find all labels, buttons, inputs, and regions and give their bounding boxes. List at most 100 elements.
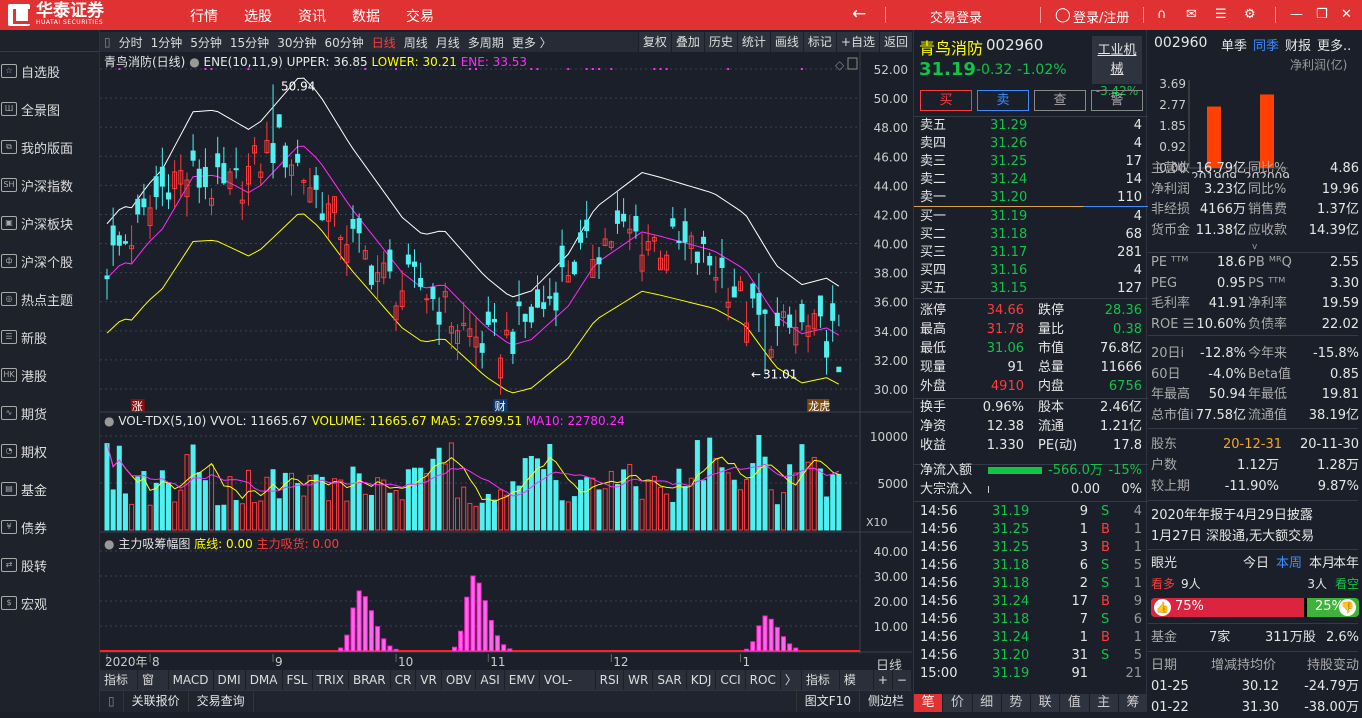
close-icon[interactable]: ✕ xyxy=(1341,7,1352,22)
trade-login-button[interactable]: 交易登录 xyxy=(930,7,982,26)
indicator-tab-2[interactable]: MACD xyxy=(168,670,214,690)
login-register-button[interactable]: 登录/注册 xyxy=(1073,7,1129,26)
indicator-tab-8[interactable]: CR xyxy=(390,670,417,690)
related-quotes-button[interactable]: 关联报价 xyxy=(124,691,189,712)
indicator-tab-9[interactable]: VR xyxy=(416,670,442,690)
sidebar-item-5[interactable]: ф 沪深个股 xyxy=(0,249,100,273)
mail-icon[interactable]: ✉ xyxy=(1186,7,1197,22)
sidebar-item-6[interactable]: ◎ 热点主题 xyxy=(0,287,100,311)
indicator-tab-13[interactable]: VOL-TDX xyxy=(539,670,596,707)
sidebar-item-14[interactable]: $ 宏观 xyxy=(0,591,100,615)
sidebar-item-12[interactable]: ¥ 债券 xyxy=(0,515,100,539)
user-icon[interactable]: ◯ xyxy=(1055,7,1071,23)
fund-tab-3[interactable]: 更多.. xyxy=(1317,35,1351,54)
collapse-icon[interactable]: ● xyxy=(104,537,114,551)
toolbar-btn-7[interactable]: 返回 xyxy=(878,32,912,52)
period-10[interactable]: 更多 〉 xyxy=(508,34,556,51)
sell-button[interactable]: 卖 xyxy=(977,90,1029,111)
collapse-icon[interactable]: ● xyxy=(104,414,114,428)
nav-screener[interactable]: 选股 xyxy=(244,6,298,26)
period-1[interactable]: 1分钟 xyxy=(147,34,187,51)
vision-year[interactable]: 本年 xyxy=(1333,554,1359,574)
sidebar-item-2[interactable]: ⧉ 我的版面 xyxy=(0,135,100,159)
period-7[interactable]: 周线 xyxy=(400,34,432,51)
holders-date-1[interactable]: 20-12-31 xyxy=(1223,435,1282,455)
indicator-tab-17[interactable]: KDJ xyxy=(686,670,717,690)
indicator-tab-19[interactable]: ROC xyxy=(745,670,781,690)
nav-quotes[interactable]: 行情 xyxy=(190,6,244,26)
nav-news[interactable]: 资讯 xyxy=(298,6,352,26)
tick-tab-1[interactable]: 价 xyxy=(943,694,972,712)
fund-tab-0[interactable]: 单季 xyxy=(1221,35,1247,54)
sidebar-item-9[interactable]: ∿ 期货 xyxy=(0,401,100,425)
sidebar-item-10[interactable]: ◔ 期权 xyxy=(0,439,100,463)
toolbar-btn-3[interactable]: 统计 xyxy=(736,32,770,52)
sidebar-item-1[interactable]: Ш 全景图 xyxy=(0,97,100,121)
indicator-tab-22[interactable]: 模 板 xyxy=(839,670,874,707)
indicator-tab-14[interactable]: RSI xyxy=(595,670,625,690)
sidebar-toggle-button[interactable]: 侧边栏 xyxy=(860,691,912,712)
indicator-tab-6[interactable]: TRIX xyxy=(312,670,349,690)
panel-toggle-icon[interactable] xyxy=(847,57,858,70)
vision-week[interactable]: 本周 xyxy=(1276,554,1302,574)
period-5[interactable]: 60分钟 xyxy=(320,34,367,51)
period-6[interactable]: 日线 xyxy=(368,34,400,51)
indicator-tab-20[interactable]: 〉 xyxy=(780,670,802,690)
indicator-tab-4[interactable]: DMA xyxy=(245,670,283,690)
toolbar-btn-2[interactable]: 历史 xyxy=(703,32,737,52)
sidebar-item-8[interactable]: HK 港股 xyxy=(0,363,100,387)
tick-tab-5[interactable]: 值 xyxy=(1060,694,1089,712)
sector-badge[interactable]: 工业机械 -3.42% xyxy=(1092,36,1142,98)
diamond-icon[interactable]: ◇ xyxy=(835,58,845,72)
tick-tab-4[interactable]: 联 xyxy=(1031,694,1060,712)
indicator-tab-21[interactable]: 指标B xyxy=(801,670,840,707)
indicator-tab-0[interactable]: 指标A xyxy=(100,670,138,707)
fund-tab-2[interactable]: 财报 xyxy=(1285,35,1311,54)
period-9[interactable]: 多周期 xyxy=(464,34,508,51)
indicator-tab-1[interactable]: 窗口 xyxy=(137,670,169,707)
buy-button[interactable]: 买 xyxy=(920,90,972,111)
indicator-tab-18[interactable]: CCI xyxy=(716,670,746,690)
indicator-tab-7[interactable]: BRAR xyxy=(348,670,391,690)
sidebar-item-13[interactable]: ⇄ 股转 xyxy=(0,553,100,577)
tick-tab-3[interactable]: 势 xyxy=(1001,694,1030,712)
indicator-tab-16[interactable]: SAR xyxy=(653,670,687,690)
indicator-tab-10[interactable]: OBV xyxy=(441,670,477,690)
period-0[interactable]: 分时 xyxy=(115,34,147,51)
kline-chart[interactable]: 52.00 50.00 48.00 46.00 44.00 42.00 40.00 38.00… xyxy=(100,52,912,672)
menu-icon[interactable]: ☰ xyxy=(1215,7,1227,22)
tick-tab-0[interactable]: 笔 xyxy=(914,694,943,712)
expand-icon[interactable]: v xyxy=(1252,242,1257,252)
headset-icon[interactable]: ∩ xyxy=(1157,7,1167,22)
period-2[interactable]: 5分钟 xyxy=(186,34,226,51)
vision-month[interactable]: 本月 xyxy=(1309,554,1335,574)
gear-icon[interactable]: ⚙ xyxy=(1244,7,1256,22)
period-4[interactable]: 30分钟 xyxy=(273,34,320,51)
tick-tab-6[interactable]: 主 xyxy=(1089,694,1118,712)
indicator-tab-5[interactable]: FSL xyxy=(282,670,313,690)
panel-toggle-icon[interactable]: ▯ xyxy=(100,691,124,712)
tick-tab-2[interactable]: 细 xyxy=(972,694,1001,712)
trade-query-button[interactable]: 交易查询 xyxy=(189,691,254,712)
holders-date-2[interactable]: 20-11-30 xyxy=(1300,435,1359,455)
back-arrow-icon[interactable]: ← xyxy=(852,4,866,24)
toolbar-btn-5[interactable]: 标记 xyxy=(802,32,836,52)
vision-today[interactable]: 今日 xyxy=(1243,554,1269,574)
alert-button[interactable]: 警 xyxy=(1091,90,1143,111)
toolbar-btn-0[interactable]: 复权 xyxy=(637,32,671,52)
toolbar-btn-6[interactable]: +自选 xyxy=(835,32,879,52)
toolbar-btn-4[interactable]: 画线 xyxy=(769,32,803,52)
f10-button[interactable]: 图文F10 xyxy=(795,691,860,712)
sidebar-item-7[interactable]: ☰ 新股 xyxy=(0,325,100,349)
query-button[interactable]: 查 xyxy=(1034,90,1086,111)
sidebar-item-3[interactable]: SH 沪深指数 xyxy=(0,173,100,197)
thumbs-down-icon[interactable]: 👎 xyxy=(1339,599,1356,616)
panel-toggle-icon[interactable]: ▯ xyxy=(100,35,115,49)
sidebar-item-0[interactable]: ☆ 自选股 xyxy=(0,59,100,83)
sidebar-item-4[interactable]: ▣ 沪深板块 xyxy=(0,211,100,235)
indicator-tab-24[interactable]: − xyxy=(892,670,912,690)
thumbs-up-icon[interactable]: 👍 xyxy=(1154,599,1171,616)
indicator-tab-23[interactable]: + xyxy=(873,670,893,690)
minimize-icon[interactable]: — xyxy=(1290,7,1303,22)
fund-tab-1[interactable]: 同季 xyxy=(1253,35,1279,54)
